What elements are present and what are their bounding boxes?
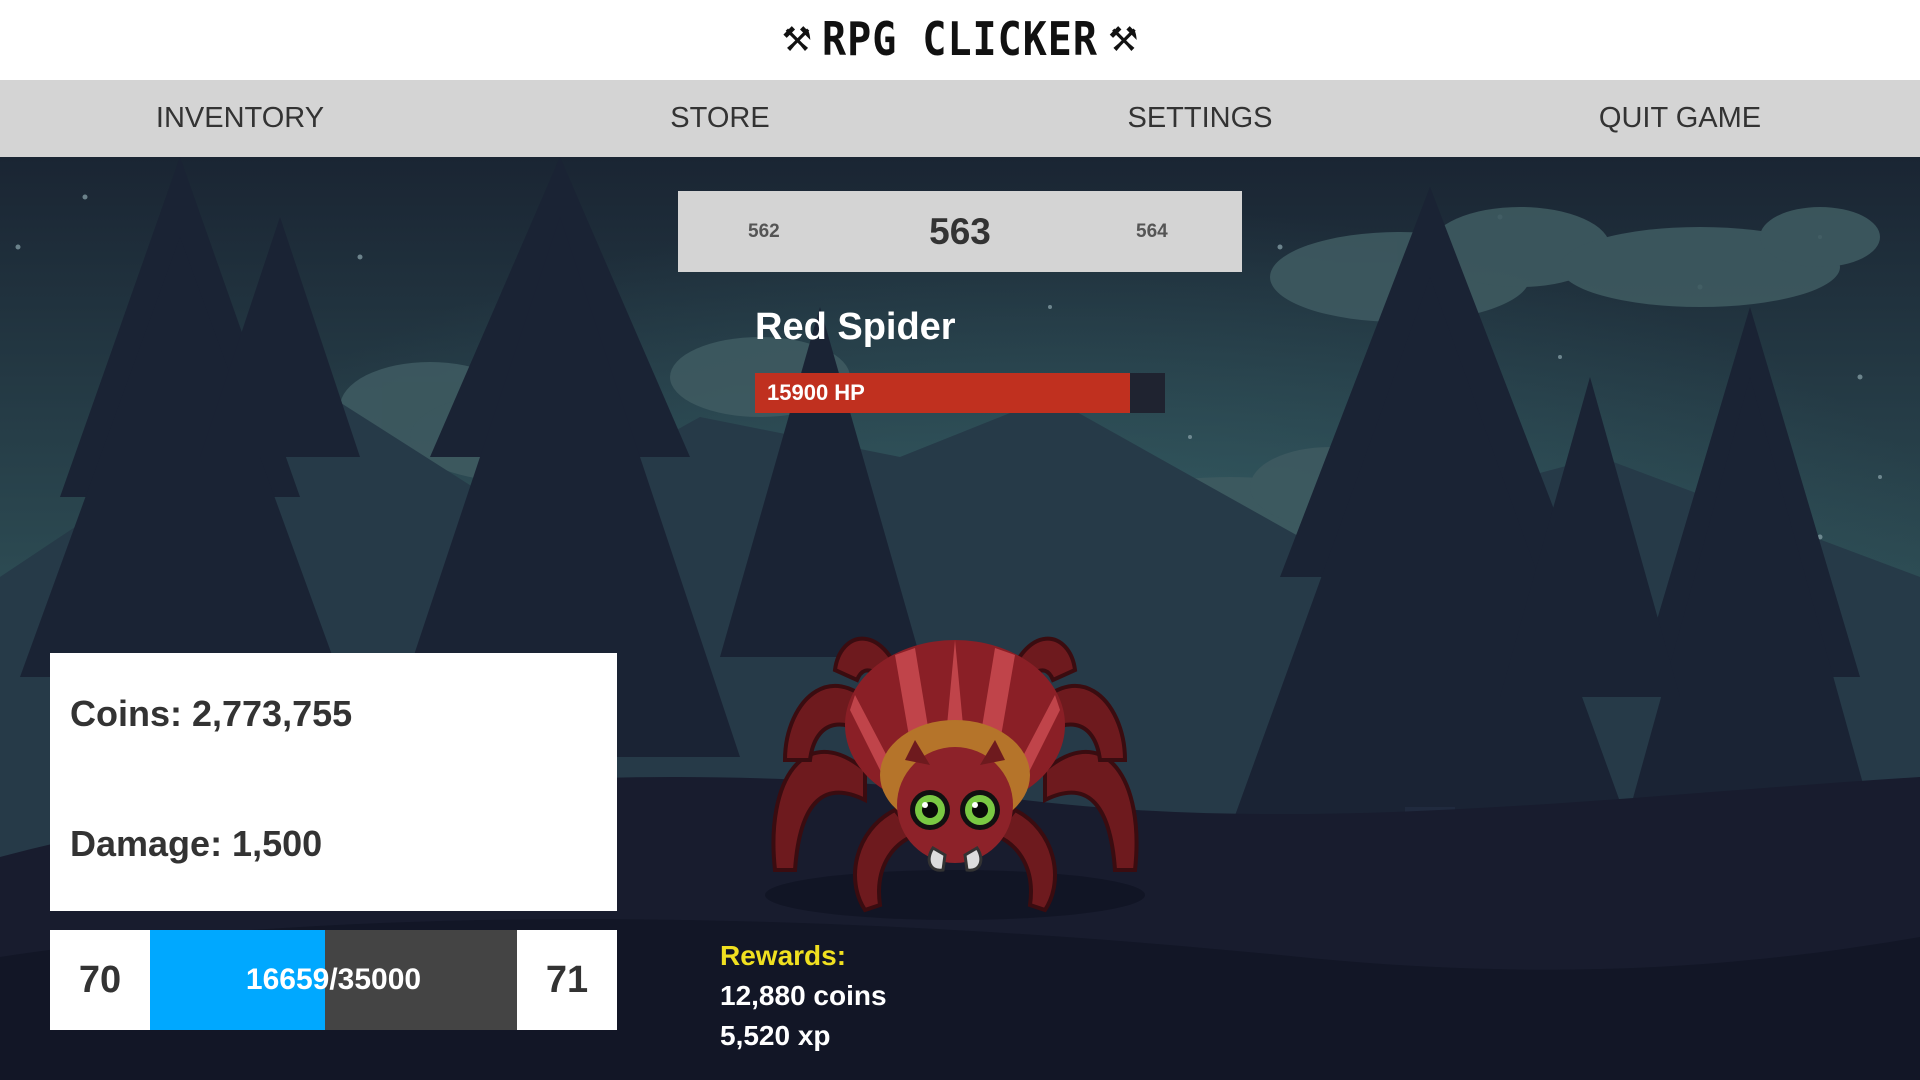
game-title: RPG CLICKER: [822, 13, 1098, 67]
current-level: 70: [50, 930, 150, 1030]
monster-hp-text: 15900 HP: [767, 380, 865, 405]
red-spider-monster[interactable]: [745, 610, 1165, 920]
monster-hp-bar: 15900 HP: [755, 373, 1165, 413]
xp-track: 16659/35000: [150, 930, 517, 1030]
nav-bar: INVENTORY STORE SETTINGS QUIT GAME: [0, 80, 1920, 157]
spider-icon: [765, 636, 1145, 920]
rewards-title: Rewards:: [720, 940, 847, 971]
player-stats-panel: Coins: 2,773,755 Damage: 1,500: [50, 653, 617, 911]
axe-icon: ⚒: [1107, 21, 1139, 59]
monster-name: Red Spider: [755, 306, 956, 348]
reward-coins: 12,880 coins: [720, 980, 887, 1011]
reward-xp: 5,520 xp: [720, 1020, 831, 1051]
nav-settings[interactable]: SETTINGS: [960, 80, 1440, 157]
nav-quit-game[interactable]: QUIT GAME: [1440, 80, 1920, 157]
nav-inventory[interactable]: INVENTORY: [0, 80, 480, 157]
stage-selector: 562 563 564: [678, 191, 1242, 272]
coins-counter: Coins: 2,773,755: [70, 693, 353, 734]
damage-stat: Damage: 1,500: [70, 823, 323, 864]
axe-icon: ⚒: [781, 21, 813, 59]
rewards-panel: Rewards: 12,880 coins 5,520 xp: [720, 940, 887, 1060]
experience-bar: 70 16659/35000 71: [50, 930, 617, 1030]
nav-store[interactable]: STORE: [480, 80, 960, 157]
next-level: 71: [517, 930, 617, 1030]
next-stage-button[interactable]: 564: [1136, 191, 1168, 272]
title-bar: ⚒ RPG CLICKER ⚒: [0, 0, 1920, 80]
xp-text: 16659/35000: [245, 963, 422, 996]
